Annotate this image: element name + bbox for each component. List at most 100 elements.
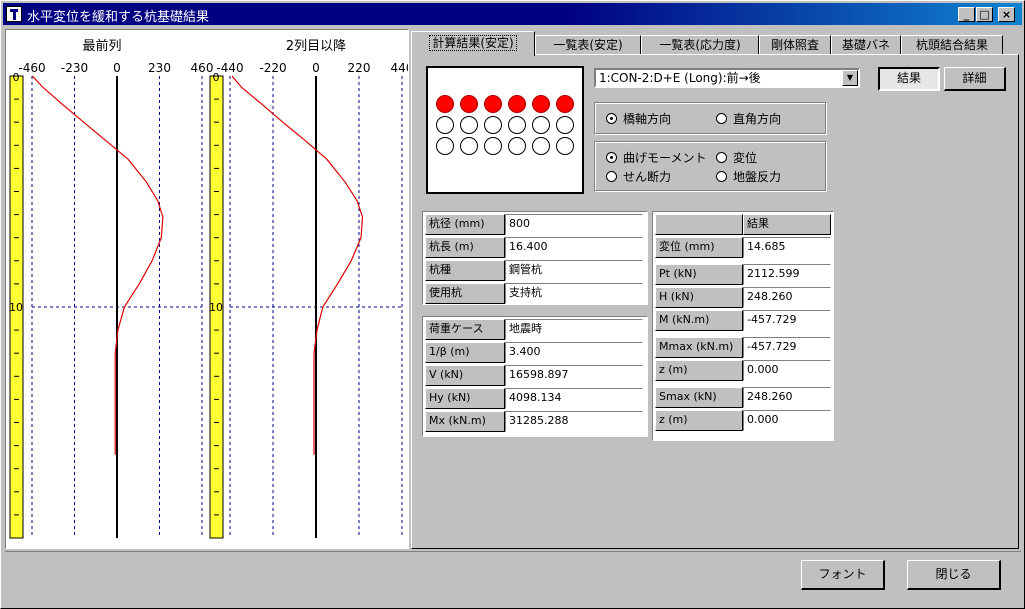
pile-circle [484,116,502,134]
pile-circle [556,116,574,134]
load-case-value: 1:CON-2:D+E (Long):前→後 [599,71,761,85]
radio-icon [606,171,617,182]
row-label: M (kN.m) [655,310,743,331]
chart-title: 2列目以降 [286,39,346,54]
title-bar[interactable]: 水平変位を緩和する杭基礎結果 _ □ × [3,3,1022,25]
chevron-down-icon[interactable]: ▼ [842,70,858,86]
row-label: H (kN) [655,287,743,308]
minimize-button[interactable]: _ [958,7,975,22]
detail-button[interactable]: 詳細 [944,67,1006,91]
row-value: 支持杭 [505,283,643,304]
tab-panel-calc-result: 1:CON-2:D+E (Long):前→後 ▼ 結果 詳細 橋軸方向 直角方向… [411,54,1019,549]
radio-displacement[interactable]: 変位 [716,151,757,165]
tab-rigid-check[interactable]: 剛体照査 [759,35,831,55]
app-icon [6,6,22,22]
pile-circle [508,137,526,155]
depth-label: 10 [9,301,23,314]
row-value: 248.260 [743,387,831,408]
depth-label: 10 [209,301,223,314]
row-label: 荷重ケース [425,319,505,340]
quantity-group: 曲げモーメント 変位 せん断力 地盤反力 [594,141,826,191]
pile-circle [556,137,574,155]
pile-circle [508,95,526,113]
tab-bar: 計算結果(安定) 一覧表(安定) 一覧表(応力度) 剛体照査 基礎バネ 杭頭結合… [411,31,1021,56]
bottom-bar: フォント 閉じる [5,551,1021,605]
window-title: 水平変位を緩和する杭基礎結果 [27,10,210,25]
pile-circle [460,137,478,155]
radio-perpendicular[interactable]: 直角方向 [716,112,781,126]
row-value: -457.729 [743,310,831,331]
radio-icon [716,171,727,182]
pile-circle [484,95,502,113]
load-info-table: 荷重ケース 地震時 1/β (m) 3.400 V (kN) 16598.897 Hy (k… [422,316,648,437]
x-tick-label: 0 [312,61,320,75]
pile-info-table: 杭径 (mm) 800 杭長 (m) 16.400 杭種 鋼管杭 使用杭 支持杭 [422,211,648,305]
tab-list-stress[interactable]: 一覧表(応力度) [641,35,759,55]
row-label: Hy (kN) [425,388,505,409]
x-tick-label: 440 [391,61,408,75]
row-value: 鋼管杭 [505,260,643,281]
tab-pile-head-result[interactable]: 杭頭結合結果 [901,35,1003,55]
pile-circle [508,116,526,134]
radio-selected-icon [606,113,617,124]
maximize-button[interactable]: □ [976,7,993,22]
tab-foundation-spring[interactable]: 基礎バネ [831,35,901,55]
row-label: Mx (kN.m) [425,411,505,432]
close-button[interactable]: 閉じる [907,560,1001,590]
row-label: z (m) [655,410,743,431]
row-value: -457.729 [743,337,831,358]
row-label: Mmax (kN.m) [655,337,743,358]
pile-circle [436,95,454,113]
row-label: 杭長 (m) [425,237,505,258]
pile-circle [436,116,454,134]
direction-group: 橋軸方向 直角方向 [594,102,826,134]
radio-label: 直角方向 [733,112,782,126]
moment-curve [31,75,164,455]
radio-bridge-axis[interactable]: 橋軸方向 [606,112,671,126]
displacement-charts: 最前列010-460 -230 0 230 4602列目以降010-440 -220 0 22… [9,38,413,539]
row-value: 800 [505,214,643,235]
row-label: z (m) [655,360,743,381]
row-value: 31285.288 [505,411,643,432]
x-tick-label: 0 [113,61,121,75]
font-button[interactable]: フォント [801,560,885,590]
pile-circle [460,116,478,134]
tab-list-stable[interactable]: 一覧表(安定) [535,35,641,55]
tab-calc-result-stable[interactable]: 計算結果(安定) [411,31,535,56]
close-window-button[interactable]: × [998,7,1015,22]
x-tick-label: -220 [259,61,286,75]
pile-circle [484,137,502,155]
results-table: 結果 変位 (mm) 14.685 Pt (kN) 2112.599 H (kN) 248.… [652,211,834,441]
row-value: 0.000 [743,410,831,431]
radio-label: 変位 [733,151,758,165]
result-button[interactable]: 結果 [878,67,940,91]
x-tick-label: -230 [61,61,88,75]
radio-bending-moment[interactable]: 曲げモーメント [606,151,707,165]
row-label: Pt (kN) [655,264,743,285]
radio-shear-force[interactable]: せん断力 [606,170,671,184]
row-value: 地震時 [505,319,643,340]
moment-curve [231,75,364,455]
radio-label: 曲げモーメント [623,151,707,165]
load-case-select[interactable]: 1:CON-2:D+E (Long):前→後 ▼ [594,68,860,88]
row-value: 3.400 [505,342,643,363]
results-header: 結果 [743,214,831,235]
radio-label: 地盤反力 [733,170,782,184]
pile-circle [532,95,550,113]
row-label: 1/β (m) [425,342,505,363]
pile-circle [556,95,574,113]
app-window: 水平変位を緩和する杭基礎結果 _ □ × 最前列 0 10 -460 -230 0 230 4… [0,0,1025,609]
tab-label: 計算結果(安定) [429,35,517,51]
pile-circle [436,137,454,155]
pile-circle [460,95,478,113]
pile-circle [532,116,550,134]
radio-icon [716,113,727,124]
chart-title: 最前列 [82,38,121,54]
result-panel: 計算結果(安定) 一覧表(安定) 一覧表(応力度) 剛体照査 基礎バネ 杭頭結合… [411,31,1021,549]
row-value: 4098.134 [505,388,643,409]
chart-panel: 最前列 0 10 -460 -230 0 230 460 2列目以降 0 10 -440 -220 0 22… [5,29,413,549]
x-tick-label: 220 [348,61,371,75]
row-value: 14.685 [743,237,831,258]
header-blank [655,214,743,235]
radio-ground-reaction[interactable]: 地盤反力 [716,170,781,184]
